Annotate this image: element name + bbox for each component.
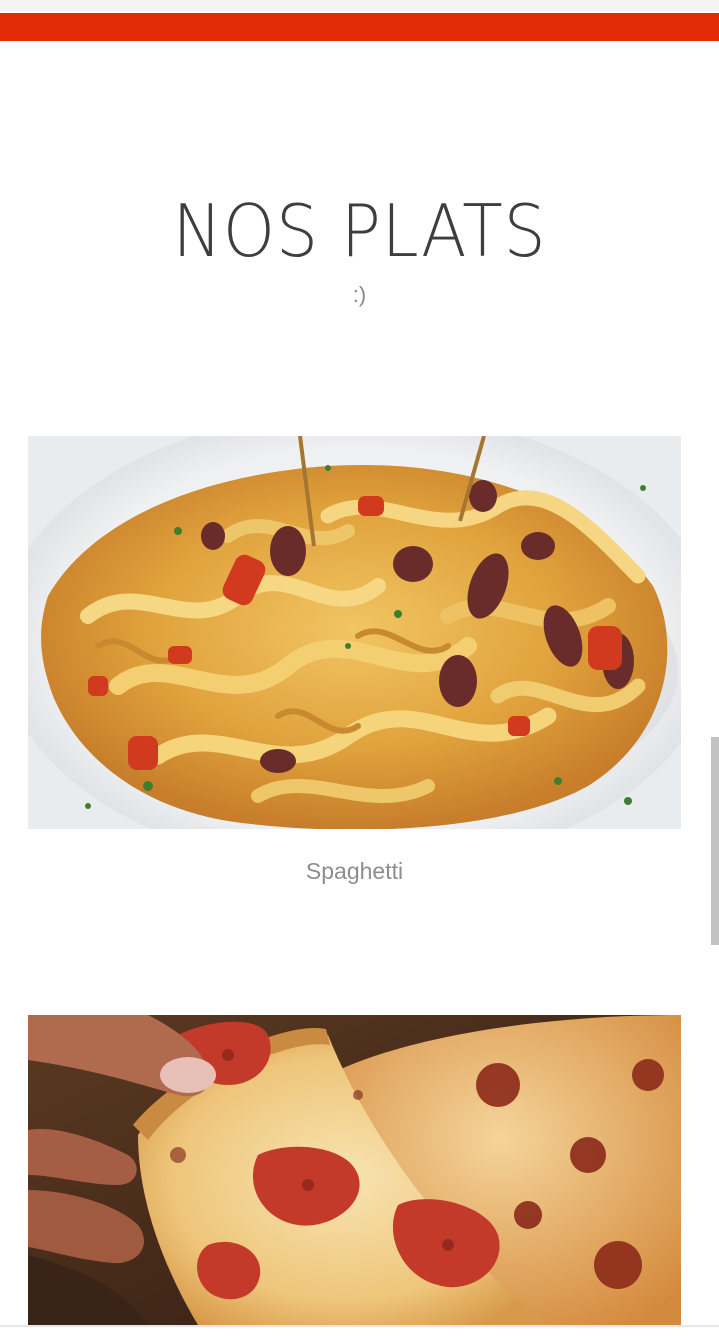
dish-name: Spaghetti [305, 858, 404, 884]
divider [0, 1325, 719, 1327]
header-accent-bar [0, 13, 719, 41]
dish-card[interactable] [28, 1015, 681, 1325]
status-strip [0, 0, 719, 11]
dish-card[interactable]: Spaghetti [28, 436, 681, 886]
pizza-photo[interactable] [28, 1015, 681, 1325]
page-subtitle: :) [352, 282, 367, 307]
page-title: NOS PLATS [172, 189, 547, 273]
scrollbar[interactable] [711, 737, 719, 945]
pasta-photo[interactable] [28, 436, 681, 829]
